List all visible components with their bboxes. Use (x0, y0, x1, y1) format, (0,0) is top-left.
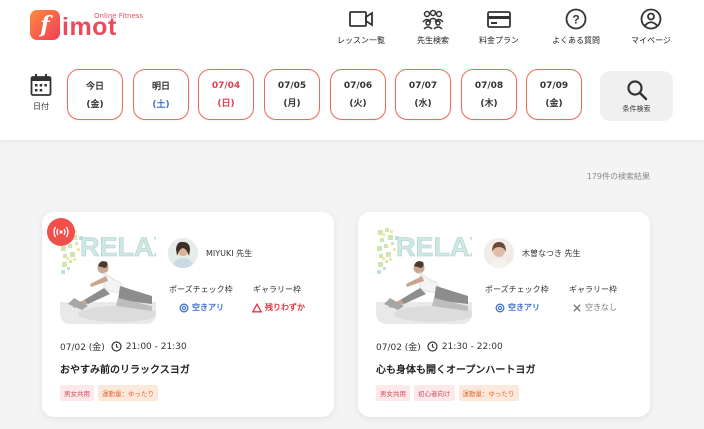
gallery-status-text: 残りわずか (265, 303, 305, 312)
lesson-title: おやすみ前のリラックスヨガ (60, 365, 190, 376)
relax-yoga-image (376, 226, 472, 324)
day-tab-date: 07/06 (343, 80, 373, 91)
day-tab-date: 07/07 (408, 80, 438, 91)
day-tab-date: 今日 (85, 82, 104, 92)
pose-check-status: 空きアリ (179, 302, 224, 313)
teacher-avatar (484, 238, 514, 268)
day-tab-today[interactable]: 今日 (金) (67, 69, 123, 120)
pose-check-status-text: 空きアリ (192, 303, 224, 312)
lesson-thumbnail (60, 226, 156, 324)
day-tab-weekday: (金) (86, 100, 104, 110)
day-tab-weekday: (金) (545, 98, 563, 109)
gallery-status: 空きなし (572, 302, 617, 313)
svg-text:?: ? (572, 13, 579, 27)
day-tab-weekday: (日) (217, 98, 235, 109)
gallery-status-text: 空きなし (585, 303, 617, 312)
lesson-title: 心も身体も開くオープンハートヨガ (376, 365, 536, 376)
clock-icon (427, 341, 438, 352)
fimot-logo[interactable]: f Online Fitness imot (30, 10, 143, 40)
lesson-tags: 男女共用 運動量：ゆったり (60, 385, 158, 401)
relax-yoga-image (60, 226, 156, 324)
lesson-card[interactable]: MIYUKI 先生 ポーズチェック枠 ギャラリー枠 空きアリ 残りわずか 07/… (42, 212, 334, 417)
tag-intensity: 運動量：ゆったり (458, 385, 519, 401)
nav-teachers-label: 先生検索 (417, 36, 449, 45)
nav-mypage[interactable]: マイページ (616, 8, 686, 46)
question-circle-icon: ? (565, 8, 587, 30)
day-tab-0707[interactable]: 07/07 (水) (395, 69, 451, 120)
pose-check-status-text: 空きアリ (508, 303, 540, 312)
live-broadcast-icon (47, 218, 75, 246)
day-tab-weekday: (木) (480, 98, 498, 109)
day-tab-0708[interactable]: 07/08 (木) (461, 69, 517, 120)
credit-card-icon (487, 11, 511, 28)
teacher-name: MIYUKI 先生 (206, 248, 253, 258)
filter-search-button[interactable]: 条件検索 (600, 71, 673, 121)
results-count: 179件の検索結果 (586, 172, 650, 181)
nav-pricing[interactable]: 料金プラン (464, 8, 534, 46)
day-tab-date: 07/08 (474, 80, 504, 91)
unavailable-x-icon (573, 303, 581, 312)
tag-level: 初心者向け (414, 385, 455, 401)
filter-search-label: 条件検索 (622, 104, 651, 113)
day-tab-weekday: (水) (414, 98, 432, 109)
calendar-icon (30, 74, 52, 96)
logo-subtitle: Online Fitness (94, 12, 144, 20)
pose-check-label: ポーズチェック枠 (485, 285, 549, 294)
nav-mypage-label: マイページ (631, 36, 671, 45)
nav-lessons-label: レッスン一覧 (337, 36, 385, 45)
nav-pricing-label: 料金プラン (479, 36, 519, 45)
gallery-label: ギャラリー枠 (253, 285, 301, 294)
search-icon (626, 79, 647, 100)
day-tab-date: 07/09 (539, 80, 569, 91)
video-camera-icon (349, 11, 373, 27)
teacher-info[interactable]: 木曽なつき 先生 (484, 238, 581, 268)
logo-mark: f (30, 10, 60, 40)
header: f Online Fitness imot レッスン一覧 先生検索 料金プラン … (0, 0, 704, 140)
lesson-thumbnail (376, 226, 472, 324)
gallery-status: 残りわずか (252, 302, 305, 313)
tag-intensity: 運動量：ゆったり (98, 385, 158, 401)
user-circle-icon (640, 8, 662, 30)
day-tab-date: 07/05 (277, 80, 307, 91)
pose-check-label: ポーズチェック枠 (169, 285, 233, 294)
day-tab-0709[interactable]: 07/09 (金) (526, 69, 582, 120)
pose-check-status: 空きアリ (495, 302, 540, 313)
nav-lessons[interactable]: レッスン一覧 (326, 8, 396, 46)
date-picker-label: 日付 (33, 102, 49, 111)
nav-teachers[interactable]: 先生検索 (398, 8, 468, 46)
day-tab-0705[interactable]: 07/05 (月) (264, 69, 320, 120)
day-tab-date: 07/04 (211, 80, 241, 91)
clock-icon (111, 341, 122, 352)
tag-gender: 男女共用 (60, 385, 94, 401)
day-tab-weekday: (土) (152, 100, 170, 110)
nav-faq[interactable]: ? よくある質問 (541, 8, 611, 46)
day-tab-weekday: (火) (349, 98, 367, 109)
teachers-icon (422, 9, 444, 30)
teacher-name: 木曽なつき 先生 (522, 248, 581, 258)
day-tab-tomorrow[interactable]: 明日 (土) (133, 69, 189, 120)
lesson-tags: 男女共用 初心者向け 運動量：ゆったり (376, 385, 519, 401)
lesson-date: 07/02 (金) (376, 343, 421, 353)
day-tab-0706[interactable]: 07/06 (火) (330, 69, 386, 120)
teacher-avatar (168, 238, 198, 268)
teacher-info[interactable]: MIYUKI 先生 (168, 238, 252, 268)
lesson-datetime: 07/02 (金) 21:00 - 21:30 (60, 340, 187, 353)
gallery-label: ギャラリー枠 (569, 285, 617, 294)
lesson-date: 07/02 (金) (60, 343, 105, 353)
lesson-card[interactable]: 木曽なつき 先生 ポーズチェック枠 ギャラリー枠 空きアリ 空きなし 07/02… (358, 212, 650, 417)
nav-faq-label: よくある質問 (552, 36, 600, 45)
lesson-time: 21:30 - 22:00 (441, 341, 503, 352)
day-tab-date: 明日 (151, 82, 170, 92)
available-circle-icon (495, 303, 505, 312)
lesson-time: 21:00 - 21:30 (125, 341, 187, 352)
few-left-triangle-icon (252, 302, 262, 312)
day-tab-weekday: (月) (283, 98, 301, 109)
tag-gender: 男女共用 (376, 385, 410, 401)
day-tab-0704[interactable]: 07/04 (日) (198, 69, 254, 120)
lesson-datetime: 07/02 (金) 21:30 - 22:00 (376, 340, 503, 353)
date-picker[interactable]: 日付 (28, 73, 54, 112)
available-circle-icon (179, 303, 189, 312)
